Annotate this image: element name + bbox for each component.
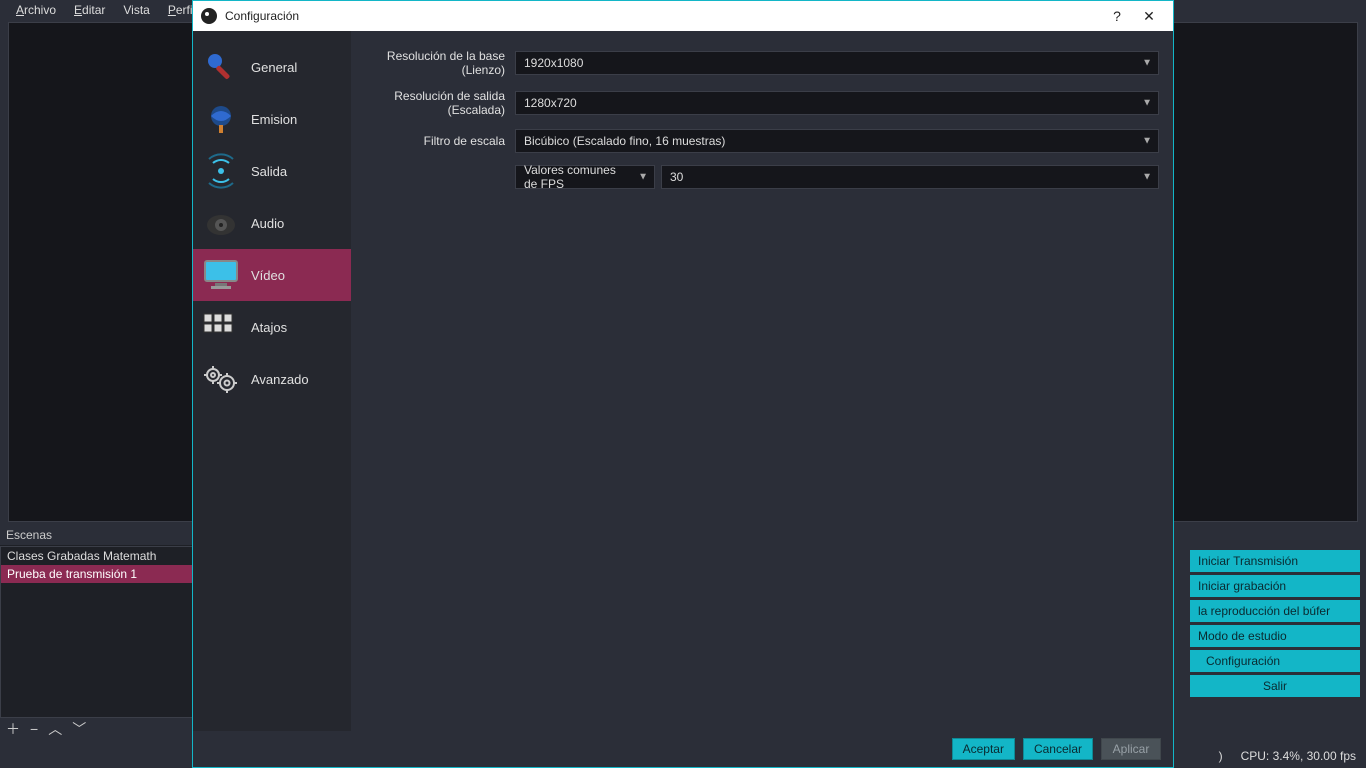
obs-icon xyxy=(201,8,217,24)
output-resolution-label: Resolución de salida (Escalada) xyxy=(365,89,505,117)
sidebar-item-avanzado[interactable]: Avanzado xyxy=(193,353,351,405)
sidebar-item-emision[interactable]: Emision xyxy=(193,93,351,145)
dialog-titlebar[interactable]: Configuración ? ✕ xyxy=(193,1,1173,31)
sidebar-item-salida[interactable]: Salida xyxy=(193,145,351,197)
base-resolution-select[interactable]: 1920x1080 ▼ xyxy=(515,51,1159,75)
scene-item[interactable]: Prueba de transmisión 1 xyxy=(1,565,194,583)
sidebar-item-label: Salida xyxy=(251,164,287,179)
sidebar-item-label: Emision xyxy=(251,112,297,127)
fps-type-select[interactable]: Valores comunes de FPS ▼ xyxy=(515,165,655,189)
chevron-down-icon: ▼ xyxy=(638,172,648,183)
close-button[interactable]: ✕ xyxy=(1133,4,1165,28)
scene-movedown-button[interactable]: ﹀ xyxy=(72,719,86,739)
broadcast-icon xyxy=(201,151,241,191)
sidebar-item-general[interactable]: General xyxy=(193,41,351,93)
downscale-filter-value: Bicúbico (Escalado fino, 16 muestras) xyxy=(524,134,725,148)
sidebar-item-label: General xyxy=(251,60,297,75)
sidebar-item-label: Avanzado xyxy=(251,372,309,387)
base-resolution-label: Resolución de la base (Lienzo) xyxy=(365,49,505,77)
sidebar-item-audio[interactable]: Audio xyxy=(193,197,351,249)
accept-button[interactable]: Aceptar xyxy=(952,738,1015,760)
downscale-filter-select[interactable]: Bicúbico (Escalado fino, 16 muestras) ▼ xyxy=(515,129,1159,153)
output-resolution-select[interactable]: 1280x720 ▼ xyxy=(515,91,1159,115)
settings-button[interactable]: Configuración xyxy=(1190,650,1360,672)
sidebar-item-label: Vídeo xyxy=(251,268,285,283)
settings-sidebar: General Emision Salida Audio xyxy=(193,31,351,731)
controls-dock: Iniciar Transmisión Iniciar grabación la… xyxy=(1171,524,1366,740)
speaker-icon xyxy=(201,203,241,243)
globe-icon xyxy=(201,99,241,139)
start-stream-button[interactable]: Iniciar Transmisión xyxy=(1190,550,1360,572)
menu-editar[interactable]: Editar xyxy=(66,1,113,19)
output-resolution-value: 1280x720 xyxy=(524,96,577,110)
scene-item[interactable]: Clases Grabadas Matemath xyxy=(1,547,194,565)
scenes-list[interactable]: Clases Grabadas Matemath Prueba de trans… xyxy=(0,546,195,718)
chevron-down-icon: ▼ xyxy=(1142,98,1152,109)
downscale-filter-label: Filtro de escala xyxy=(365,134,505,148)
chevron-down-icon: ▼ xyxy=(1142,172,1152,183)
status-extra: ) xyxy=(1219,749,1223,763)
start-record-button[interactable]: Iniciar grabación xyxy=(1190,575,1360,597)
monitor-icon xyxy=(201,255,241,295)
sidebar-item-label: Atajos xyxy=(251,320,287,335)
menu-vista[interactable]: Vista xyxy=(115,1,157,19)
fps-type-value: Valores comunes de FPS xyxy=(524,163,630,191)
scene-add-button[interactable]: ＋ xyxy=(6,719,20,739)
menu-archivo[interactable]: Archivo xyxy=(8,1,64,19)
fps-value-select[interactable]: 30 ▼ xyxy=(661,165,1159,189)
scenes-header: Escenas xyxy=(0,524,195,546)
help-button[interactable]: ? xyxy=(1101,4,1133,28)
gears-icon xyxy=(201,359,241,399)
chevron-down-icon: ▼ xyxy=(1142,58,1152,69)
studio-mode-button[interactable]: Modo de estudio xyxy=(1190,625,1360,647)
keyboard-icon xyxy=(201,307,241,347)
wrench-icon xyxy=(201,47,241,87)
base-resolution-value: 1920x1080 xyxy=(524,56,583,70)
sidebar-item-label: Audio xyxy=(251,216,284,231)
status-cpu-fps: CPU: 3.4%, 30.00 fps xyxy=(1241,749,1356,763)
settings-dialog: Configuración ? ✕ General Emision S xyxy=(192,0,1174,768)
video-settings-panel: Resolución de la base (Lienzo) 1920x1080… xyxy=(351,31,1173,731)
dialog-footer: Aceptar Cancelar Aplicar xyxy=(193,731,1173,767)
scenes-toolbar: ＋ − ︿ ﹀ xyxy=(0,718,195,740)
scenes-dock: Escenas Clases Grabadas Matemath Prueba … xyxy=(0,524,195,740)
dialog-title: Configuración xyxy=(225,9,1101,23)
apply-button[interactable]: Aplicar xyxy=(1101,738,1161,760)
chevron-down-icon: ▼ xyxy=(1142,136,1152,147)
scene-moveup-button[interactable]: ︿ xyxy=(48,719,62,739)
replay-buffer-button[interactable]: la reproducción del búfer xyxy=(1190,600,1360,622)
sidebar-item-video[interactable]: Vídeo xyxy=(193,249,351,301)
fps-value: 30 xyxy=(670,170,683,184)
exit-button[interactable]: Salir xyxy=(1190,675,1360,697)
sidebar-item-atajos[interactable]: Atajos xyxy=(193,301,351,353)
scene-remove-button[interactable]: − xyxy=(30,721,38,737)
cancel-button[interactable]: Cancelar xyxy=(1023,738,1093,760)
